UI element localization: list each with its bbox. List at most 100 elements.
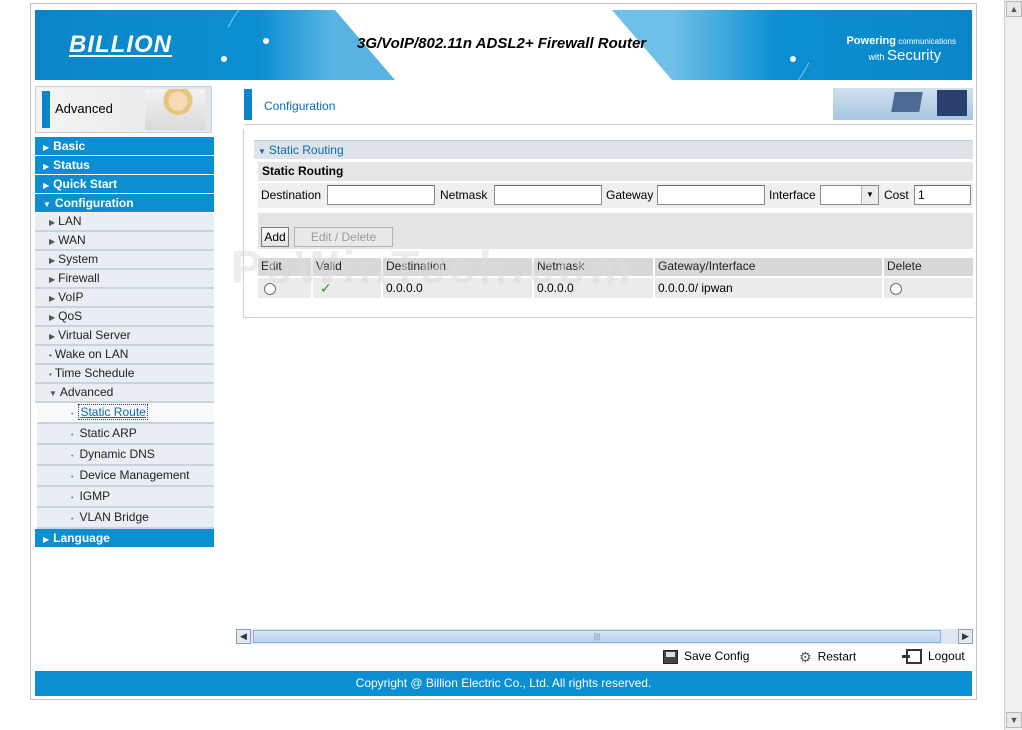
logout-door-icon [902,649,922,665]
arrow-down-icon: ▼ [258,147,266,156]
restart-icon: ⚙ [799,649,812,665]
col-edit: Edit [258,258,311,276]
horizontal-scrollbar[interactable]: ◀ ||| ▶ [236,629,973,644]
arrow-right-icon: ▶ [49,313,56,322]
scroll-left-arrow-icon[interactable]: ◀ [236,629,251,644]
nav-item-wan[interactable]: ▶ WAN [35,232,214,251]
arrow-right-icon: ▶ [43,181,50,190]
scroll-down-arrow-icon[interactable]: ▼ [1006,712,1022,728]
nav-item-advanced[interactable]: ▼ Advanced [35,384,214,403]
arrow-right-icon: ▶ [49,218,56,227]
bullet-icon: • [71,453,74,460]
nav-item-basic[interactable]: ▶ Basic [35,137,214,156]
netmask-cell: 0.0.0.0 [534,278,653,298]
content-header: Configuration [244,84,973,125]
chevron-down-icon[interactable]: ▼ [861,186,878,204]
gateway-label: Gateway [606,188,654,202]
scroll-right-arrow-icon[interactable]: ▶ [958,629,973,644]
scroll-up-arrow-icon[interactable]: ▲ [1006,1,1022,17]
footer-copyright: Copyright @ Billion Electric Co., Ltd. A… [35,671,972,696]
valid-cell: ✓ [313,278,381,298]
destination-label: Destination [261,188,322,202]
nav-item-configuration[interactable]: ▼ Configuration [35,194,214,213]
destination-input[interactable] [327,185,435,205]
box-title: Static Routing [258,162,973,181]
action-bar: Save Config ⚙ Restart Logout [31,649,978,669]
cost-input[interactable] [914,185,971,205]
section-title[interactable]: ▼ Static Routing [254,140,973,159]
nav-item-time-schedule[interactable]: • Time Schedule [35,365,214,384]
arrow-right-icon: ▶ [43,535,50,544]
nav-item-virtual-server[interactable]: ▶ Virtual Server [35,327,214,346]
nav-banner-label: Advanced [55,101,113,116]
col-gateway-interface: Gateway/Interface [655,258,882,276]
scroll-thumb[interactable]: ||| [253,630,941,643]
bullet-icon: • [71,474,74,481]
add-button[interactable]: Add [261,227,289,247]
destination-cell: 0.0.0.0 [383,278,532,298]
table-header: Edit Valid Destination Netmask Gateway/I… [258,258,973,276]
edit-cell [258,278,311,298]
arrow-right-icon: ▶ [49,237,56,246]
static-routing-panel: ▼ Static Routing Static Routing Destinati… [243,129,974,318]
header-banner: BILLION 3G/VoIP/802.11n ADSL2+ Firewall … [35,10,972,80]
col-valid: Valid [313,258,381,276]
arrow-right-icon: ▶ [49,256,56,265]
netmask-label: Netmask [440,188,488,202]
bullet-icon: • [71,516,74,523]
nav-item-static-arp[interactable]: • Static ARP [37,424,214,445]
delete-cell [884,278,973,298]
nav-item-device-management[interactable]: • Device Management [37,466,214,487]
col-delete: Delete [884,258,973,276]
bullet-icon: • [71,411,74,418]
edit-delete-button[interactable]: Edit / Delete [294,227,393,247]
bullet-icon: • [71,432,74,439]
edit-radio[interactable] [264,282,276,295]
nav-item-voip[interactable]: ▶ VoIP [35,289,214,308]
cost-label: Cost [884,188,909,202]
nav-item-igmp[interactable]: • IGMP [37,487,214,508]
gateway-input[interactable] [657,185,765,205]
route-form: Destination Netmask Gateway Interface ▼ … [258,183,973,208]
col-destination: Destination [383,258,532,276]
nav-item-quick-start[interactable]: ▶ Quick Start [35,175,214,194]
nav-item-status[interactable]: ▶ Status [35,156,214,175]
nav-item-vlan-bridge[interactable]: • VLAN Bridge [37,508,214,529]
nav-item-qos[interactable]: ▶ QoS [35,308,214,327]
nav-item-system[interactable]: ▶ System [35,251,214,270]
header-office-image [833,88,973,120]
billion-logo: BILLION [69,31,172,58]
arrow-right-icon: ▶ [49,332,56,341]
logout-button[interactable]: Logout [902,649,965,665]
restart-button[interactable]: ⚙ Restart [799,649,856,666]
arrow-right-icon: ▶ [49,294,56,303]
interface-select[interactable]: ▼ [820,185,879,205]
arrow-right-icon: ▶ [43,162,50,171]
table-row: ✓ 0.0.0.0 0.0.0.0 0.0.0.0/ ipwan [258,278,973,298]
save-disk-icon [663,649,678,664]
netmask-input[interactable] [494,185,602,205]
nav-item-firewall[interactable]: ▶ Firewall [35,270,214,289]
static-routing-box: Static Routing Destination Netmask Gatew… [258,162,973,298]
arrow-right-icon: ▶ [49,275,56,284]
arrow-down-icon: ▼ [49,389,57,398]
browser-vertical-scrollbar[interactable]: ▲ ▼ [1004,0,1022,730]
nav-item-static-route[interactable]: • Static Route [37,403,214,424]
delete-radio[interactable] [890,282,902,295]
gateway-interface-cell: 0.0.0.0/ ipwan [655,278,882,298]
arrow-down-icon: ▼ [43,200,51,209]
nav-banner-image [145,89,205,130]
nav-item-lan[interactable]: ▶ LAN [35,213,214,232]
nav-item-language[interactable]: ▶ Language [35,529,214,548]
arrow-right-icon: ▶ [43,143,50,152]
button-row: Add Edit / Delete [258,213,973,249]
nav-item-dynamic-dns[interactable]: • Dynamic DNS [37,445,214,466]
product-title: 3G/VoIP/802.11n ADSL2+ Firewall Router [357,35,647,52]
save-config-button[interactable]: Save Config [663,649,749,664]
nav-item-wake-on-lan[interactable]: • Wake on LAN [35,346,214,365]
sidebar-nav: ▶ Basic ▶ Status ▶ Quick Start ▼ Configurati… [35,137,214,548]
nav-banner: Advanced [35,86,212,133]
bullet-icon: • [49,370,52,379]
check-icon: ✓ [320,280,332,296]
router-admin-frame: BILLION 3G/VoIP/802.11n ADSL2+ Firewall … [30,3,977,700]
